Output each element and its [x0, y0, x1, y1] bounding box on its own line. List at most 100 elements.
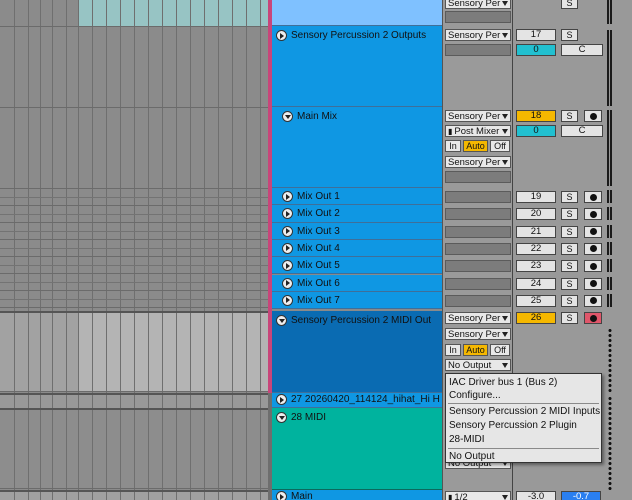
track-number[interactable]: 23 [516, 260, 556, 273]
input-channel-empty[interactable] [445, 277, 511, 290]
solo-button[interactable]: S [561, 0, 578, 9]
track-header-mix-out[interactable]: Mix Out 2 [272, 205, 442, 223]
solo-button[interactable]: S [561, 294, 578, 307]
solo-button[interactable]: S [561, 242, 578, 255]
record-arm-button[interactable] [584, 312, 602, 324]
track-header-outputs[interactable]: Sensory Percussion 2 Outputs [272, 26, 442, 107]
track-number[interactable]: 26 [516, 312, 556, 324]
output-type-select[interactable]: Sensory Per [445, 156, 511, 168]
track-number[interactable]: 19 [516, 191, 556, 203]
menu-item-sp2-plugin[interactable]: Sensory Percussion 2 Plugin [449, 420, 577, 431]
arrangement-view[interactable] [0, 0, 268, 500]
fold-right-icon[interactable] [282, 260, 293, 272]
record-arm-button[interactable] [584, 242, 602, 255]
fold-down-icon[interactable] [276, 412, 287, 423]
track-header-mix-out[interactable]: Mix Out 3 [272, 222, 442, 240]
track-header-mix-out[interactable]: Mix Out 7 [272, 291, 442, 310]
fold-right-icon[interactable] [282, 277, 293, 289]
track-name: Main Mix [297, 111, 338, 122]
menu-item-sp2-midi-inputs[interactable]: Sensory Percussion 2 MIDI Inputs [449, 406, 600, 417]
input-channel-empty[interactable] [445, 191, 511, 203]
record-arm-button[interactable] [584, 225, 602, 238]
track-number[interactable]: 17 [516, 29, 556, 41]
track-header-mix-out[interactable]: Mix Out 1 [272, 188, 442, 206]
track-number[interactable]: 25 [516, 294, 556, 307]
pan-field[interactable]: -0.7 [561, 491, 601, 500]
track-number[interactable]: 20 [516, 208, 556, 221]
input-channel-empty[interactable] [445, 11, 511, 23]
monitor-in-button[interactable]: In [445, 140, 461, 152]
track-header-midi-28[interactable]: 28 MIDI [272, 408, 442, 490]
track-number[interactable]: 21 [516, 225, 556, 238]
volume-field[interactable]: 0 [516, 44, 556, 56]
input-type-select[interactable]: Sensory Per [445, 0, 511, 9]
record-arm-button[interactable] [584, 294, 602, 307]
group-icon[interactable] [276, 30, 287, 41]
monitor-off-button[interactable]: Off [490, 140, 510, 152]
record-arm-button[interactable] [584, 208, 602, 221]
volume-field[interactable]: 0 [516, 125, 556, 137]
volume-field[interactable]: -3.0 [516, 491, 556, 500]
track-header-main[interactable]: Main [272, 490, 442, 500]
input-channel-select[interactable]: Sensory Per [445, 328, 511, 340]
menu-item-no-output[interactable]: No Output [449, 451, 495, 462]
track-number[interactable]: 24 [516, 277, 556, 290]
menu-item-28-midi[interactable]: 28-MIDI [449, 434, 485, 445]
input-channel-empty[interactable] [445, 260, 511, 273]
track-header-mix-out[interactable]: Mix Out 4 [272, 239, 442, 258]
record-arm-button[interactable] [584, 260, 602, 273]
track-number[interactable]: 22 [516, 242, 556, 255]
fold-right-icon[interactable] [282, 191, 293, 202]
meter-icon: ▮ [448, 126, 453, 136]
solo-button[interactable]: S [561, 312, 578, 324]
monitor-auto-button[interactable]: Auto [463, 344, 488, 356]
input-type-select[interactable]: Sensory Per [445, 110, 511, 122]
track-header-audio-27[interactable]: 27 20260420_114124_hihat_Hi H [272, 393, 442, 408]
output-dropdown-menu[interactable]: IAC Driver bus 1 (Bus 2) Configure... Se… [445, 373, 602, 463]
fold-right-icon[interactable] [282, 225, 293, 237]
track-header-midi-out[interactable]: Sensory Percussion 2 MIDI Out [272, 311, 442, 393]
monitor-auto-button[interactable]: Auto [463, 140, 488, 152]
solo-button[interactable]: S [561, 225, 578, 238]
track-header-top[interactable] [272, 0, 442, 26]
fold-right-icon[interactable] [282, 242, 293, 254]
monitor-off-button[interactable]: Off [490, 344, 510, 356]
monitor-in-button[interactable]: In [445, 344, 461, 356]
track-number[interactable]: 18 [516, 110, 556, 122]
fold-right-icon[interactable] [282, 208, 293, 220]
input-channel-empty[interactable] [445, 208, 511, 221]
input-channel-empty[interactable] [445, 44, 511, 56]
midi-output-select[interactable]: No Output [445, 359, 511, 371]
solo-button[interactable]: S [561, 260, 578, 273]
track-name: Mix Out 1 [297, 191, 340, 202]
solo-button[interactable]: S [561, 191, 578, 203]
record-arm-button[interactable] [584, 277, 602, 290]
pan-field[interactable]: C [561, 44, 603, 56]
input-channel-empty[interactable] [445, 294, 511, 307]
record-arm-button[interactable] [584, 110, 602, 122]
main-input-select[interactable]: ▮ 1/2 [445, 491, 511, 500]
solo-button[interactable]: S [561, 29, 578, 41]
input-channel-select[interactable]: ▮ Post Mixer [445, 125, 511, 137]
menu-item-iac-driver[interactable]: IAC Driver bus 1 (Bus 2) [449, 377, 557, 388]
track-header-main-mix[interactable]: Main Mix [272, 107, 442, 188]
output-channel-empty[interactable] [445, 171, 511, 183]
input-channel-empty[interactable] [445, 242, 511, 255]
fold-right-icon[interactable] [282, 294, 293, 306]
solo-button[interactable]: S [561, 277, 578, 290]
solo-button[interactable]: S [561, 208, 578, 221]
fold-down-icon[interactable] [276, 315, 287, 326]
menu-separator [448, 448, 599, 449]
menu-item-configure[interactable]: Configure... [449, 390, 501, 401]
fold-down-icon[interactable] [282, 111, 293, 122]
record-arm-button[interactable] [584, 191, 602, 203]
track-header-mix-out[interactable]: Mix Out 5 [272, 257, 442, 275]
input-type-select[interactable]: Sensory Per [445, 29, 511, 41]
input-channel-empty[interactable] [445, 225, 511, 238]
solo-button[interactable]: S [561, 110, 578, 122]
fold-right-icon[interactable] [276, 491, 287, 500]
track-header-mix-out[interactable]: Mix Out 6 [272, 274, 442, 292]
fold-right-icon[interactable] [276, 394, 287, 405]
input-type-select[interactable]: Sensory Per [445, 312, 511, 324]
pan-field[interactable]: C [561, 125, 603, 137]
